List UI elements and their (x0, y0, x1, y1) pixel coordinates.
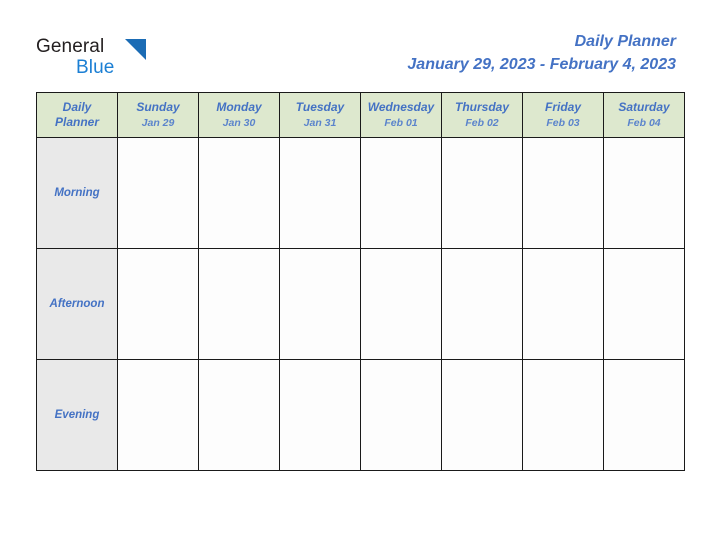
slot-cell-morning-thursday[interactable] (441, 137, 523, 249)
slot-cell-evening-saturday[interactable] (603, 359, 685, 471)
daily-planner-page: General Blue Daily Planner January 29, 2… (0, 0, 712, 550)
slot-cell-morning-monday[interactable] (198, 137, 280, 249)
slot-cell-afternoon-tuesday[interactable] (279, 248, 361, 360)
slot-cell-evening-friday[interactable] (522, 359, 604, 471)
date-range: January 29, 2023 - February 4, 2023 (407, 56, 676, 73)
general-blue-logo: General Blue (36, 36, 216, 82)
logo-text-blue: Blue (76, 57, 115, 78)
slot-cell-evening-thursday[interactable] (441, 359, 523, 471)
slot-cell-morning-wednesday[interactable] (360, 137, 442, 249)
day-date: Feb 03 (546, 117, 580, 129)
slot-cell-evening-tuesday[interactable] (279, 359, 361, 471)
corner-header-line1: Daily (62, 100, 92, 114)
page-title: Daily Planner (574, 33, 676, 50)
table-row-morning: Morning (36, 137, 685, 249)
slot-label-morning: Morning (36, 137, 118, 249)
page-header: General Blue Daily Planner January 29, 2… (0, 0, 712, 90)
slot-cell-morning-saturday[interactable] (603, 137, 685, 249)
day-header-wednesday: Wednesday Feb 01 (360, 92, 442, 138)
slot-label-evening: Evening (36, 359, 118, 471)
day-header-sunday: Sunday Jan 29 (117, 92, 199, 138)
triangle-icon (125, 39, 146, 60)
day-header-friday: Friday Feb 03 (522, 92, 604, 138)
slot-cell-morning-tuesday[interactable] (279, 137, 361, 249)
slot-cell-afternoon-wednesday[interactable] (360, 248, 442, 360)
day-name: Monday (216, 100, 262, 114)
day-name: Sunday (136, 100, 180, 114)
table-row-afternoon: Afternoon (36, 248, 685, 360)
logo-text-general: General (36, 36, 105, 57)
slot-cell-morning-sunday[interactable] (117, 137, 199, 249)
slot-cell-afternoon-friday[interactable] (522, 248, 604, 360)
day-date: Feb 04 (627, 117, 661, 129)
day-name: Friday (544, 100, 581, 114)
day-date: Jan 31 (303, 117, 337, 129)
title-block: Daily Planner January 29, 2023 - Februar… (407, 32, 676, 76)
corner-header-line2: Planner (54, 115, 99, 129)
slot-cell-afternoon-monday[interactable] (198, 248, 280, 360)
slot-cell-afternoon-thursday[interactable] (441, 248, 523, 360)
corner-header-cell: Daily Planner (36, 92, 118, 138)
table-header-row: Daily Planner Sunday Jan 29 Monday Jan 3… (36, 92, 685, 138)
day-name: Wednesday (367, 100, 435, 114)
slot-cell-evening-wednesday[interactable] (360, 359, 442, 471)
day-date: Jan 29 (141, 117, 175, 129)
day-header-saturday: Saturday Feb 04 (603, 92, 685, 138)
slot-cell-evening-sunday[interactable] (117, 359, 199, 471)
day-header-monday: Monday Jan 30 (198, 92, 280, 138)
day-header-thursday: Thursday Feb 02 (441, 92, 523, 138)
day-date: Jan 30 (222, 117, 256, 129)
table-row-evening: Evening (36, 359, 685, 471)
day-name: Saturday (618, 100, 670, 114)
day-name: Tuesday (295, 100, 345, 114)
day-date: Feb 02 (465, 117, 499, 129)
slot-cell-afternoon-sunday[interactable] (117, 248, 199, 360)
day-name: Thursday (454, 100, 509, 114)
slot-cell-morning-friday[interactable] (522, 137, 604, 249)
planner-table: Daily Planner Sunday Jan 29 Monday Jan 3… (36, 92, 685, 471)
slot-cell-afternoon-saturday[interactable] (603, 248, 685, 360)
day-date: Feb 01 (384, 117, 418, 129)
day-header-tuesday: Tuesday Jan 31 (279, 92, 361, 138)
slot-label-afternoon: Afternoon (36, 248, 118, 360)
slot-cell-evening-monday[interactable] (198, 359, 280, 471)
